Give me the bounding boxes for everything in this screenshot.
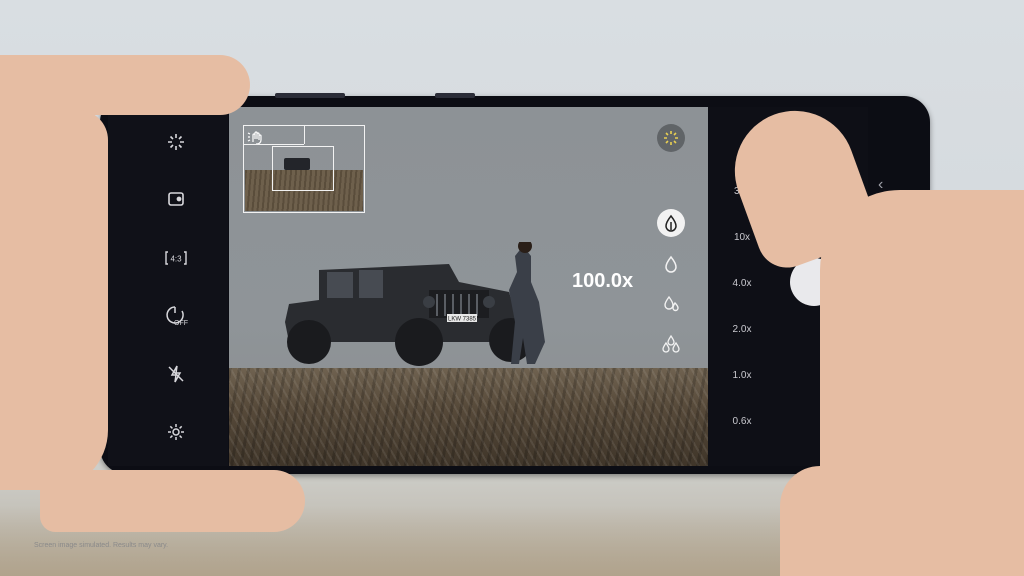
right-hand-fingers: [780, 466, 880, 576]
zoom-map-divider: [304, 126, 305, 144]
ai-scene-icon[interactable]: [657, 124, 685, 152]
drop-icon[interactable]: [657, 250, 685, 278]
timer-label: OFF: [174, 320, 188, 327]
aspect-ratio-label: 4:3: [170, 255, 182, 264]
zoom-map-subject: [284, 158, 310, 170]
zoom-map-divider: [244, 144, 304, 145]
zoom-step-1x[interactable]: 1.0x: [722, 370, 762, 381]
aspect-ratio-icon[interactable]: 4:3: [162, 244, 190, 272]
disclaimer-caption: Screen image simulated. Results may vary…: [34, 542, 169, 549]
left-hand-thumb: [40, 470, 305, 532]
zoom-lock-icon[interactable]: [657, 209, 685, 237]
zoom-map-overlay: [243, 125, 365, 213]
zoom-level-indicator: 100.0x: [572, 270, 634, 292]
sparkle-icon[interactable]: [162, 128, 190, 156]
left-control-bar: 4:3 OFF: [108, 108, 228, 466]
jeep-photo: LKW 7385: [285, 242, 545, 366]
left-hand-palm: [0, 110, 108, 490]
volume-button: [275, 93, 345, 98]
zoom-step-4x[interactable]: 4.0x: [722, 278, 762, 289]
camera-viewfinder[interactable]: LKW 7385: [229, 107, 708, 466]
motion-photo-icon[interactable]: [162, 185, 190, 213]
settings-icon[interactable]: [162, 418, 190, 446]
power-button: [435, 93, 475, 98]
double-drop-icon[interactable]: [657, 290, 685, 318]
zoom-step-2x[interactable]: 2.0x: [722, 324, 762, 335]
hand-stabilizer-icon: [247, 130, 265, 145]
flash-off-icon[interactable]: [162, 360, 190, 388]
timer-off-icon[interactable]: OFF: [162, 302, 190, 330]
dirt-mound: [229, 368, 708, 466]
triple-drop-icon[interactable]: [657, 330, 685, 358]
license-plate-text: LKW 7385: [448, 317, 477, 323]
zoom-step-0.6x[interactable]: 0.6x: [722, 416, 762, 427]
left-hand-index-finger: [0, 55, 250, 115]
